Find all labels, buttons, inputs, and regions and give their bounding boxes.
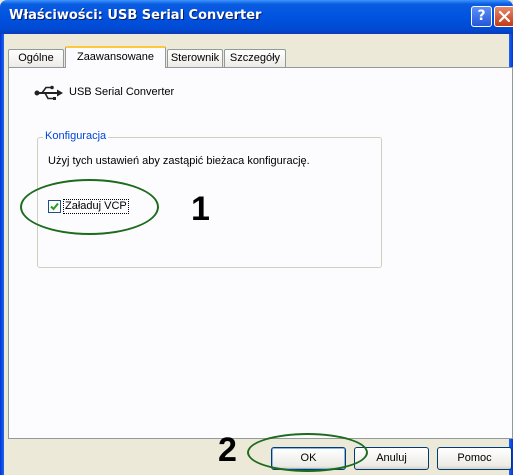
title-bar[interactable]: Właściwości: USB Serial Converter ? <box>0 0 513 34</box>
tab-advanced[interactable]: Zaawansowane <box>65 46 166 68</box>
help-icon: ? <box>477 8 486 24</box>
annotation-ellipse-1 <box>20 179 159 235</box>
close-button[interactable] <box>494 6 513 27</box>
tab-driver[interactable]: Sterownik <box>167 49 223 67</box>
properties-dialog: Właściwości: USB Serial Converter ? Ogól… <box>0 0 513 475</box>
configuration-group-title: Konfiguracja <box>43 130 109 142</box>
close-icon <box>498 10 511 23</box>
annotation-number-2: 2 <box>218 431 237 469</box>
configuration-description: Użyj tych ustawień aby zastąpić bieżaca … <box>48 155 310 167</box>
annotation-number-1: 1 <box>191 190 210 228</box>
usb-icon <box>34 85 63 100</box>
device-name: USB Serial Converter <box>69 86 175 98</box>
help-button[interactable]: Pomoc <box>437 447 512 470</box>
help-title-button[interactable]: ? <box>471 6 492 27</box>
tab-details[interactable]: Szczegóły <box>224 49 286 67</box>
tab-general[interactable]: Ogólne <box>8 49 64 67</box>
window-title: Właściwości: USB Serial Converter <box>9 8 262 23</box>
annotation-ellipse-2 <box>247 433 368 472</box>
window-border-left <box>0 34 4 475</box>
